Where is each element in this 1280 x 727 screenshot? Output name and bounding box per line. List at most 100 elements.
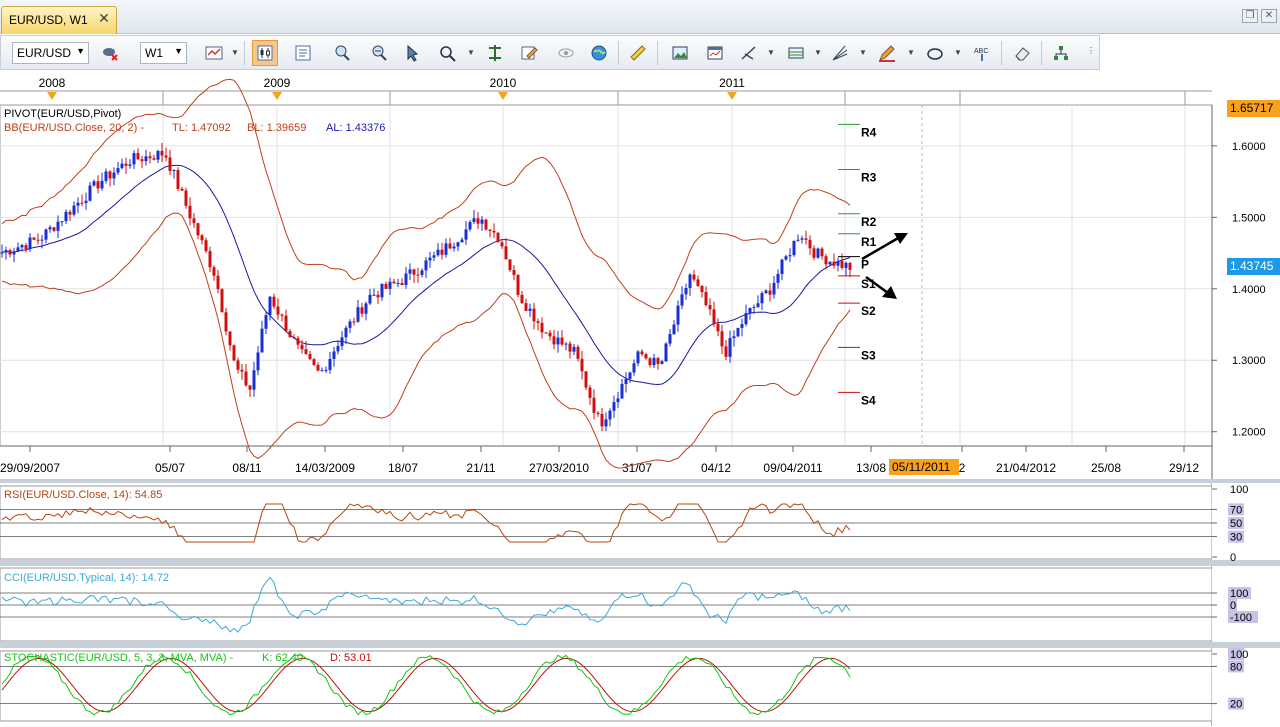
candle-body bbox=[292, 337, 296, 339]
zoom-out-icon[interactable] bbox=[366, 40, 392, 66]
candle-body bbox=[404, 273, 408, 286]
candle-body bbox=[60, 221, 64, 223]
candle-body bbox=[824, 256, 828, 265]
candle-body bbox=[148, 156, 152, 159]
date-tick-label: 18/07 bbox=[388, 461, 418, 475]
tab-bar: EUR/USD, W1 ✕ ❐ ✕ bbox=[0, 0, 1280, 34]
restore-window-button[interactable]: ❐ bbox=[1242, 9, 1258, 23]
candle-body bbox=[588, 387, 592, 398]
symbol-select[interactable]: EUR/USD ▼ bbox=[12, 42, 89, 64]
candle-body bbox=[280, 314, 284, 316]
candle-body bbox=[212, 267, 216, 276]
globe-icon[interactable] bbox=[586, 40, 612, 66]
candle-body bbox=[692, 274, 696, 280]
chevron-down-icon[interactable]: ▼ bbox=[907, 48, 915, 57]
candle-body bbox=[528, 308, 532, 311]
candle-body bbox=[684, 287, 688, 295]
chevron-down-icon[interactable]: ▼ bbox=[467, 48, 475, 57]
candle-body bbox=[312, 359, 316, 365]
pivot-level-label: R4 bbox=[861, 125, 877, 139]
candle-body bbox=[216, 275, 220, 290]
candle-body bbox=[548, 332, 552, 337]
candle-body bbox=[536, 321, 540, 323]
zoom-in-icon[interactable] bbox=[329, 40, 355, 66]
candle-body bbox=[512, 269, 516, 276]
candle-body bbox=[84, 200, 88, 203]
candle-body bbox=[620, 383, 624, 399]
eraser-icon[interactable] bbox=[1009, 40, 1035, 66]
data-window-icon[interactable] bbox=[290, 40, 316, 66]
candle-body bbox=[640, 351, 644, 355]
cursor-icon[interactable] bbox=[399, 40, 425, 66]
candle-body bbox=[244, 371, 248, 386]
candle-body bbox=[8, 250, 12, 255]
date-tick-label: 09/04/2011 bbox=[763, 461, 822, 475]
chart-canvas[interactable]: 2008 2009 2010 2011 1.6000 1.5000 1.4000 1.3000… bbox=[0, 71, 1280, 727]
chart-area[interactable]: 2008 2009 2010 2011 1.6000 1.5000 1.4000 1.3000… bbox=[0, 71, 1280, 727]
magnifier-icon[interactable] bbox=[435, 40, 461, 66]
candle-body bbox=[156, 150, 160, 160]
template-icon[interactable] bbox=[702, 40, 728, 66]
image-icon[interactable] bbox=[667, 40, 693, 66]
pen-icon[interactable] bbox=[874, 40, 900, 66]
crosshair-icon[interactable] bbox=[482, 40, 508, 66]
candle-body bbox=[336, 346, 340, 352]
pivot-level-label: R2 bbox=[861, 215, 877, 229]
remove-symbol-icon[interactable] bbox=[97, 40, 123, 66]
candle-body bbox=[584, 371, 588, 388]
pivot-level-label: P bbox=[861, 258, 869, 272]
svg-text:ABC: ABC bbox=[974, 48, 988, 55]
ruler-icon[interactable] bbox=[625, 40, 651, 66]
chevron-down-icon[interactable]: ▼ bbox=[954, 48, 962, 57]
chart-type-icon[interactable] bbox=[201, 40, 227, 66]
date-tick-label: 14/03/2009 bbox=[295, 461, 355, 475]
fibonacci-icon[interactable] bbox=[827, 40, 853, 66]
candle-body bbox=[612, 402, 616, 411]
candle-body bbox=[12, 251, 16, 255]
close-window-button[interactable]: ✕ bbox=[1261, 9, 1277, 23]
chevron-down-icon[interactable]: ▼ bbox=[814, 48, 822, 57]
candle-body bbox=[520, 294, 524, 304]
timeframe-select[interactable]: W1 ▼ bbox=[140, 42, 187, 64]
chart-toolbar: EUR/USD ▼ W1 ▼ ▼ ▼ ▼ ▼ ▼ ▼ ▼ ABC ⋮ bbox=[0, 35, 1100, 70]
pivot-level-label: S3 bbox=[861, 348, 876, 362]
date-tick-label: 25/08 bbox=[1091, 461, 1121, 475]
candlestick-icon[interactable] bbox=[252, 40, 278, 66]
toolbar-separator bbox=[1001, 41, 1002, 65]
chevron-down-icon[interactable]: ▼ bbox=[231, 48, 239, 57]
price-tick-label: 1.4000 bbox=[1232, 284, 1266, 296]
line-tools-icon[interactable] bbox=[736, 40, 762, 66]
candle-body bbox=[96, 181, 100, 189]
channel-icon[interactable] bbox=[783, 40, 809, 66]
candle-body bbox=[180, 188, 184, 191]
candle-body bbox=[780, 259, 784, 274]
candle-body bbox=[540, 322, 544, 333]
rsi-panel bbox=[0, 485, 1213, 560]
candle-body bbox=[552, 336, 556, 345]
chevron-down-icon: ▼ bbox=[174, 46, 183, 56]
chart-tab[interactable]: EUR/USD, W1 ✕ bbox=[1, 6, 117, 34]
toolbar-separator bbox=[618, 41, 619, 65]
edit-chart-icon[interactable] bbox=[516, 40, 542, 66]
text-label-icon[interactable]: ABC bbox=[969, 40, 995, 66]
candle-body bbox=[816, 248, 820, 258]
date-tick-label: 2 bbox=[959, 461, 966, 475]
candle-body bbox=[420, 270, 424, 275]
bb-al-value: AL: 1.43376 bbox=[326, 122, 385, 134]
candle-body bbox=[4, 250, 8, 253]
ellipse-icon[interactable] bbox=[922, 40, 948, 66]
hide-icon[interactable] bbox=[553, 40, 579, 66]
chevron-down-icon[interactable]: ▼ bbox=[767, 48, 775, 57]
close-icon[interactable]: ✕ bbox=[96, 10, 112, 27]
candle-body bbox=[768, 290, 772, 295]
candle-body bbox=[572, 346, 576, 352]
date-tick-label: 27/03/2010 bbox=[529, 461, 589, 475]
toolbar-overflow-icon[interactable]: ⋮ bbox=[1087, 46, 1095, 55]
chevron-down-icon[interactable]: ▼ bbox=[859, 48, 867, 57]
candle-body bbox=[140, 159, 144, 162]
stoch-legend: STOCHASTIC(EUR/USD, 5, 3, 3, MVA, MVA) - bbox=[4, 652, 234, 664]
hierarchy-icon[interactable] bbox=[1048, 40, 1074, 66]
candle-body bbox=[132, 153, 136, 165]
date-tick-label: 29/12 bbox=[1169, 461, 1199, 475]
date-tick-label: 08/11 bbox=[232, 461, 261, 475]
